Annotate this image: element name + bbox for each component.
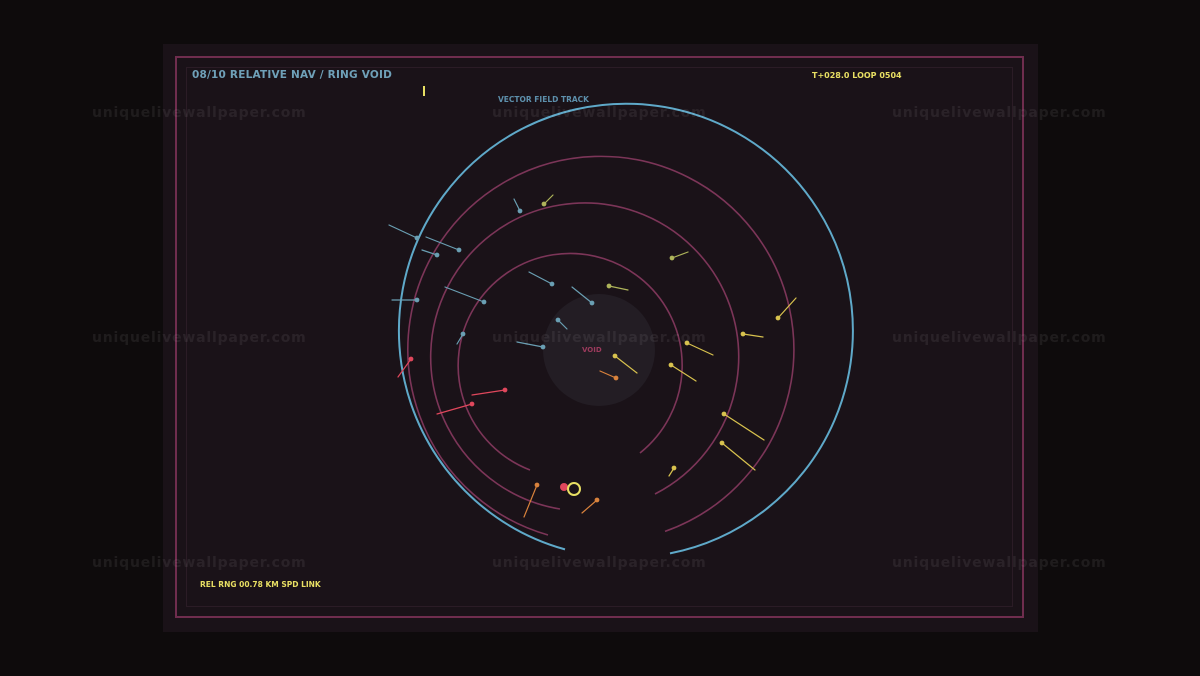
watermark: uniquelivewallpaper.com bbox=[92, 330, 307, 346]
watermark: uniquelivewallpaper.com bbox=[92, 555, 307, 571]
watermark: uniquelivewallpaper.com bbox=[892, 555, 1107, 571]
watermark: uniquelivewallpaper.com bbox=[892, 330, 1107, 346]
watermark: uniquelivewallpaper.com bbox=[492, 555, 707, 571]
red-dot-icon bbox=[560, 483, 568, 491]
mode-subtitle: VECTOR FIELD TRACK bbox=[498, 95, 589, 104]
ring-cursor-icon[interactable] bbox=[567, 482, 581, 496]
vector-olive bbox=[541, 194, 689, 291]
level-title: 08/10 RELATIVE NAV / RING VOID bbox=[192, 69, 393, 81]
void-label: VOID bbox=[582, 346, 602, 354]
vector-red bbox=[397, 356, 508, 415]
watermark: uniquelivewallpaper.com bbox=[492, 105, 707, 121]
tick-marker bbox=[423, 86, 425, 96]
watermark: uniquelivewallpaper.com bbox=[492, 330, 707, 346]
range-readout: REL RNG 00.78 KM SPD LINK bbox=[200, 580, 321, 589]
watermark: uniquelivewallpaper.com bbox=[892, 105, 1107, 121]
timer-readout: T+028.0 LOOP 0504 bbox=[812, 71, 902, 80]
watermark: uniquelivewallpaper.com bbox=[92, 105, 307, 121]
